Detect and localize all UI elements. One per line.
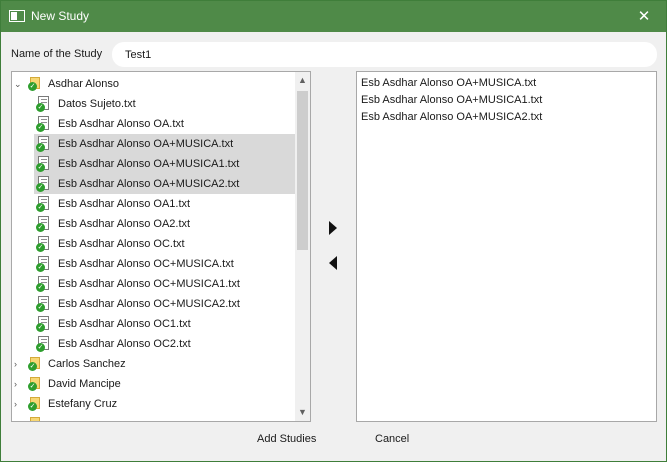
tree-file-row[interactable]: ✓ Esb Asdhar Alonso OA1.txt	[12, 194, 295, 214]
text-file-icon: ✓	[36, 336, 50, 352]
tree-rows: ⌄ ✓ Asdhar Alonso ✓ Datos Sujeto.txt ✓ Esb Asd…	[12, 74, 295, 421]
tree-folder-row[interactable]: ›✓	[12, 414, 295, 421]
chevron-down-icon[interactable]: ⌄	[14, 74, 24, 94]
text-file-icon: ✓	[36, 216, 50, 232]
cancel-button[interactable]: Cancel	[375, 433, 409, 445]
arrow-left-icon[interactable]	[329, 256, 337, 270]
folder-icon: ✓	[28, 77, 40, 91]
tree-row-label: Asdhar Alonso	[48, 78, 119, 90]
tree-file-row[interactable]: ✓ Esb Asdhar Alonso OA+MUSICA2.txt	[12, 174, 295, 194]
tree-file-row[interactable]: ✓ Esb Asdhar Alonso OC+MUSICA1.txt	[12, 274, 295, 294]
chevron-right-icon[interactable]: ›	[14, 394, 24, 414]
check-icon: ✓	[28, 382, 37, 391]
tree-row-label: Esb Asdhar Alonso OA+MUSICA1.txt	[58, 158, 240, 170]
check-icon: ✓	[36, 343, 45, 352]
tree-row-label: Esb Asdhar Alonso OC+MUSICA2.txt	[58, 298, 240, 310]
new-study-window: New Study ✕ Name of the Study ⌄ ✓ Asdhar A…	[0, 0, 667, 462]
chevron-right-icon[interactable]: ›	[14, 354, 24, 374]
folder-icon: ✓	[28, 417, 40, 421]
folder-icon: ✓	[28, 397, 40, 411]
tree-file-row[interactable]: ✓ Esb Asdhar Alonso OA2.txt	[12, 214, 295, 234]
check-icon: ✓	[36, 263, 45, 272]
chevron-right-icon[interactable]: ›	[14, 414, 24, 421]
check-icon: ✓	[28, 362, 37, 371]
tree-row-label: Esb Asdhar Alonso OA+MUSICA.txt	[58, 138, 234, 150]
check-icon: ✓	[36, 303, 45, 312]
selected-study-item[interactable]: Esb Asdhar Alonso OA+MUSICA1.txt	[361, 92, 656, 109]
chevron-right-icon[interactable]: ›	[14, 374, 24, 394]
folder-icon: ✓	[28, 357, 40, 371]
text-file-icon: ✓	[36, 316, 50, 332]
check-icon: ✓	[28, 402, 37, 411]
tree-file-row[interactable]: ✓ Esb Asdhar Alonso OA+MUSICA.txt	[12, 134, 295, 154]
tree-folder-row[interactable]: › ✓ David Mancipe	[12, 374, 295, 394]
tree-file-row[interactable]: ✓ Esb Asdhar Alonso OA+MUSICA1.txt	[12, 154, 295, 174]
tree-folder-row[interactable]: › ✓ Carlos Sanchez	[12, 354, 295, 374]
check-icon: ✓	[28, 82, 37, 91]
tree-file-row[interactable]: ✓ Esb Asdhar Alonso OC1.txt	[12, 314, 295, 334]
check-icon: ✓	[36, 123, 45, 132]
tree-file-row[interactable]: ✓ Esb Asdhar Alonso OC+MUSICA.txt	[12, 254, 295, 274]
tree-file-row[interactable]: ✓ Esb Asdhar Alonso OC2.txt	[12, 334, 295, 354]
selected-study-item[interactable]: Esb Asdhar Alonso OA+MUSICA.txt	[361, 75, 656, 92]
window-title: New Study	[31, 9, 90, 23]
text-file-icon: ✓	[36, 276, 50, 292]
tree-row-label: David Mancipe	[48, 378, 121, 390]
study-name-label: Name of the Study	[11, 48, 103, 60]
text-file-icon: ✓	[36, 96, 50, 112]
check-icon: ✓	[36, 283, 45, 292]
folder-icon: ✓	[28, 377, 40, 391]
check-icon: ✓	[36, 243, 45, 252]
tree-folder-row[interactable]: › ✓ Estefany Cruz	[12, 394, 295, 414]
text-file-icon: ✓	[36, 176, 50, 192]
selected-studies-list[interactable]: Esb Asdhar Alonso OA+MUSICA.txt Esb Asdha…	[356, 71, 657, 422]
check-icon: ✓	[36, 223, 45, 232]
tree-row-label: Esb Asdhar Alonso OC.txt	[58, 238, 185, 250]
tree-row-label: Datos Sujeto.txt	[58, 98, 136, 110]
tree-row-label: Carlos Sanchez	[48, 358, 126, 370]
check-icon: ✓	[36, 163, 45, 172]
tree-row-label: Esb Asdhar Alonso OA1.txt	[58, 198, 191, 210]
scroll-down-icon[interactable]: ▼	[295, 404, 310, 421]
check-icon: ✓	[36, 103, 45, 112]
tree-scrollbar[interactable]: ▲ ▼	[295, 72, 310, 421]
text-file-icon: ✓	[36, 196, 50, 212]
tree-row-label: Estefany Cruz	[48, 398, 118, 410]
tree-file-row[interactable]: ✓ Esb Asdhar Alonso OA.txt	[12, 114, 295, 134]
tree-row-label: Esb Asdhar Alonso OC+MUSICA1.txt	[58, 278, 240, 290]
check-icon: ✓	[36, 183, 45, 192]
check-icon: ✓	[36, 143, 45, 152]
tree-file-row[interactable]: ✓ Datos Sujeto.txt	[12, 94, 295, 114]
close-button[interactable]: ✕	[622, 1, 666, 32]
tree-row-label: Esb Asdhar Alonso OA2.txt	[58, 218, 191, 230]
title-bar: New Study ✕	[1, 1, 666, 32]
tree-file-row[interactable]: ✓ Esb Asdhar Alonso OC.txt	[12, 234, 295, 254]
arrow-right-icon[interactable]	[329, 221, 337, 235]
tree-row-label: Esb Asdhar Alonso OA.txt	[58, 118, 184, 130]
add-studies-button[interactable]: Add Studies	[257, 433, 316, 445]
subject-file-tree[interactable]: ⌄ ✓ Asdhar Alonso ✓ Datos Sujeto.txt ✓ Esb Asd…	[11, 71, 311, 422]
text-file-icon: ✓	[36, 296, 50, 312]
text-file-icon: ✓	[36, 236, 50, 252]
tree-row-label: Esb Asdhar Alonso OC+MUSICA.txt	[58, 258, 234, 270]
text-file-icon: ✓	[36, 116, 50, 132]
study-name-input[interactable]	[112, 42, 657, 67]
tree-row-label: Esb Asdhar Alonso OC2.txt	[58, 338, 191, 350]
check-icon: ✓	[36, 323, 45, 332]
tree-row-label: Esb Asdhar Alonso OA+MUSICA2.txt	[58, 178, 240, 190]
text-file-icon: ✓	[36, 256, 50, 272]
tree-file-row[interactable]: ✓ Esb Asdhar Alonso OC+MUSICA2.txt	[12, 294, 295, 314]
selected-study-item[interactable]: Esb Asdhar Alonso OA+MUSICA2.txt	[361, 109, 656, 126]
window-app-icon	[9, 10, 25, 22]
text-file-icon: ✓	[36, 156, 50, 172]
text-file-icon: ✓	[36, 136, 50, 152]
tree-folder-row[interactable]: ⌄ ✓ Asdhar Alonso	[12, 74, 295, 94]
tree-row-label: Esb Asdhar Alonso OC1.txt	[58, 318, 191, 330]
scroll-up-icon[interactable]: ▲	[295, 72, 310, 89]
check-icon: ✓	[36, 203, 45, 212]
scroll-thumb[interactable]	[297, 91, 308, 250]
